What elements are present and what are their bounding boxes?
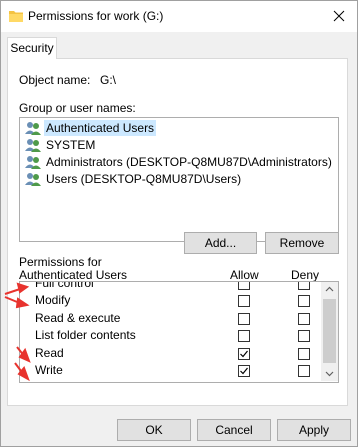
permission-name: Read & execute [35, 311, 121, 325]
allow-checkbox[interactable] [238, 330, 250, 342]
permission-name: Modify [35, 293, 71, 307]
permissions-table: Full control Modify Read & execute List fol… [19, 281, 339, 383]
deny-checkbox[interactable] [298, 348, 310, 360]
scroll-thumb[interactable] [323, 299, 336, 363]
permission-name: Read [35, 346, 64, 360]
add-button[interactable]: Add... [184, 232, 257, 254]
permissions-label: Permissions for Authenticated Users [19, 255, 128, 282]
close-button[interactable] [329, 6, 349, 26]
deny-checkbox[interactable] [298, 365, 310, 377]
folder-icon [9, 11, 23, 22]
annotation-arrows [4, 282, 31, 382]
permissions-scrollbar[interactable] [321, 282, 338, 381]
allow-checkbox[interactable] [238, 365, 250, 377]
users-icon [25, 156, 41, 169]
security-panel: Object name: G:\ Group or user names: Au… [7, 58, 348, 406]
users-icon [25, 173, 41, 186]
permission-name: List folder contents [35, 328, 136, 342]
object-name-label: Object name: [19, 73, 91, 87]
list-item-label: Users (DESKTOP-Q8MU87D\Users) [46, 172, 242, 186]
permission-row: Modify [20, 292, 322, 310]
arrow-icon [4, 282, 31, 382]
permission-row: List folder contents [20, 327, 322, 345]
title-bar: Permissions for work (G:) [1, 1, 357, 32]
group-user-list[interactable]: Authenticated Users SYSTEM Administrator… [19, 117, 339, 242]
allow-checkbox[interactable] [238, 282, 250, 290]
users-icon [25, 122, 41, 135]
permission-row: Write [20, 362, 322, 380]
allow-checkbox[interactable] [238, 295, 250, 307]
window-title: Permissions for work (G:) [28, 9, 164, 23]
list-item-label: Administrators (DESKTOP-Q8MU87D\Administ… [46, 155, 332, 169]
chevron-down-icon [325, 371, 334, 377]
remove-button[interactable]: Remove [265, 232, 339, 254]
object-name-value: G:\ [100, 73, 117, 87]
ok-button[interactable]: OK [117, 419, 191, 441]
permission-row: Read [20, 345, 322, 363]
checkmark-icon [240, 367, 248, 375]
deny-checkbox[interactable] [298, 330, 310, 342]
permission-name: Write [35, 363, 63, 377]
allow-checkbox[interactable] [238, 313, 250, 325]
deny-checkbox[interactable] [298, 313, 310, 325]
allow-checkbox[interactable] [238, 348, 250, 360]
tab-security[interactable]: Security [7, 37, 57, 59]
checkmark-icon [240, 350, 248, 358]
users-icon [25, 139, 41, 152]
chevron-up-icon [325, 286, 334, 292]
scroll-down-button[interactable] [321, 366, 338, 381]
deny-column-header: Deny [291, 268, 320, 282]
permission-name: Full control [35, 281, 94, 290]
cancel-button[interactable]: Cancel [197, 419, 271, 441]
deny-checkbox[interactable] [298, 282, 310, 290]
group-names-label: Group or user names: [19, 101, 136, 115]
deny-checkbox[interactable] [298, 295, 310, 307]
apply-button[interactable]: Apply [277, 419, 351, 441]
permission-row: Read & execute [20, 310, 322, 328]
list-item-label: SYSTEM [46, 138, 96, 152]
permissions-dialog: Permissions for work (G:) Security Objec… [0, 0, 358, 447]
allow-column-header: Allow [230, 268, 259, 282]
scroll-up-button[interactable] [321, 282, 338, 297]
close-icon [333, 10, 345, 22]
list-item-label: Authenticated Users [44, 120, 157, 136]
